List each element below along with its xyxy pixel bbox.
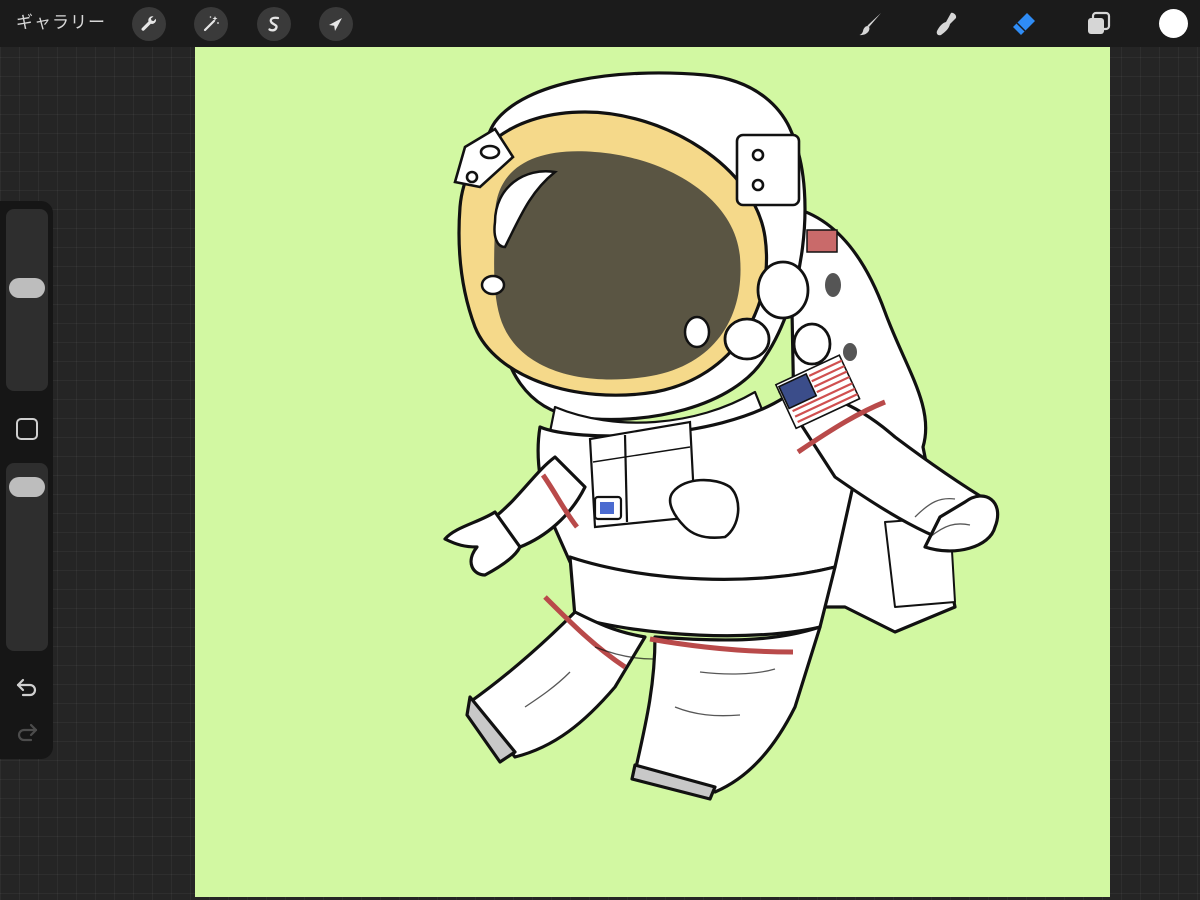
top-toolbar: ギャラリー [0, 0, 1200, 47]
transform-button[interactable] [319, 7, 353, 41]
wrench-icon [141, 16, 156, 31]
selection-s-icon [268, 16, 280, 32]
brush-size-thumb[interactable] [9, 277, 45, 298]
eraser-icon [1013, 13, 1035, 35]
smudge-tool[interactable] [931, 8, 963, 40]
eraser-tool[interactable] [1007, 8, 1039, 40]
arrow-cursor-icon [329, 18, 342, 31]
selection-button[interactable] [257, 7, 291, 41]
layers-icon [1088, 11, 1111, 34]
undo-arrow-icon [16, 678, 37, 697]
undo-button[interactable] [14, 674, 40, 700]
drawing-canvas[interactable] [195, 47, 1110, 897]
brush-icon [859, 13, 881, 36]
redo-arrow-icon [17, 723, 38, 742]
brush-opacity-thumb[interactable] [9, 477, 45, 498]
brush-size-slider[interactable] [6, 209, 48, 391]
left-sidebar [0, 201, 53, 759]
smudge-icon [936, 12, 957, 36]
gallery-button[interactable]: ギャラリー [16, 11, 106, 35]
actions-button[interactable] [132, 7, 166, 41]
color-picker-swatch[interactable] [1159, 9, 1188, 38]
astronaut-illustration [443, 71, 1000, 801]
brush-opacity-slider[interactable] [6, 463, 48, 651]
brush-tool[interactable] [855, 8, 887, 40]
layers-button[interactable] [1083, 8, 1115, 40]
magic-wand-icon [203, 16, 219, 32]
adjustments-button[interactable] [194, 7, 228, 41]
modify-button[interactable] [16, 418, 38, 440]
redo-button[interactable] [14, 719, 40, 745]
